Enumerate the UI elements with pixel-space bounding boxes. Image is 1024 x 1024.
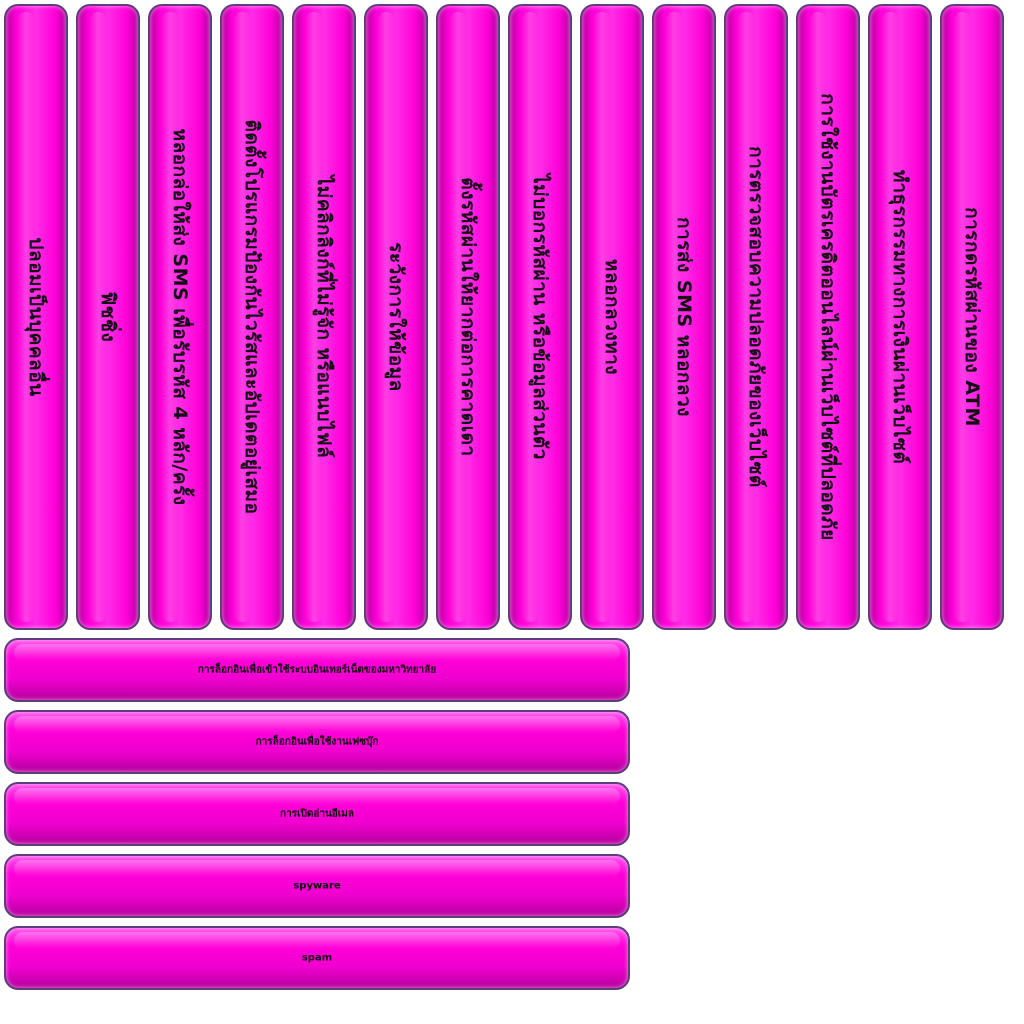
option-label: การเปิดอ่านอีเมล [280,808,354,820]
option-tile-university-login[interactable]: การล็อกอินเพื่อเข้าใช้ระบบอินเทอร์เน็ตขอ… [4,638,630,702]
option-label: spyware [293,880,341,892]
option-tile-5[interactable]: ไม่คลิกลิงก์ที่ไม่รู้จัก หรือแนบไฟล์ [292,4,356,630]
option-tile-3[interactable]: หลอกล่อให้ส่ง SMS เพื่อรับรหัส 4 หลัก/คร… [148,4,212,630]
option-label: การกดรหัสผ่านของ ATM [961,207,983,427]
option-label: การล็อกอินเพื่อใช้งานเฟซบุ๊ก [255,736,379,748]
option-label: หลอกล่อให้ส่ง SMS เพื่อรับรหัส 4 หลัก/คร… [169,128,191,506]
option-label: ไม่บอกรหัสผ่าน หรือข้อมูลส่วนตัว [529,174,551,460]
option-label: ติดตั้งโปรแกรมป้องกันไวรัสและอัปเดตอยู่เ… [241,119,263,515]
option-label: การล็อกอินเพื่อเข้าใช้ระบบอินเทอร์เน็ตขอ… [197,664,437,676]
option-label: ระวังการให้ข้อมูล [385,242,407,392]
option-label: ฟิชชิ่ง [97,291,119,343]
option-tile-11[interactable]: การตรวจสอบความปลอดภัยของเว็บไซต์ [724,4,788,630]
option-tile-2[interactable]: ฟิชชิ่ง [76,4,140,630]
option-label: ทำธุรกรรมทางการเงินผ่านเว็บไซต์ [889,169,911,465]
option-tile-1[interactable]: ปลอมเป็นบุคคลอื่น [4,4,68,630]
option-tile-spam[interactable]: spam [4,926,630,990]
option-tile-14[interactable]: การกดรหัสผ่านของ ATM [940,4,1004,630]
option-tile-spyware[interactable]: spyware [4,854,630,918]
option-label: ไม่คลิกลิงก์ที่ไม่รู้จัก หรือแนบไฟล์ [313,175,335,459]
option-tile-8[interactable]: ไม่บอกรหัสผ่าน หรือข้อมูลส่วนตัว [508,4,572,630]
option-tile-open-email[interactable]: การเปิดอ่านอีเมล [4,782,630,846]
option-tile-10[interactable]: การส่ง SMS หลอกลวง [652,4,716,630]
option-tile-facebook-login[interactable]: การล็อกอินเพื่อใช้งานเฟซบุ๊ก [4,710,630,774]
option-tile-13[interactable]: ทำธุรกรรมทางการเงินผ่านเว็บไซต์ [868,4,932,630]
option-tile-6[interactable]: ระวังการให้ข้อมูล [364,4,428,630]
option-tile-4[interactable]: ติดตั้งโปรแกรมป้องกันไวรัสและอัปเดตอยู่เ… [220,4,284,630]
option-label: ปลอมเป็นบุคคลอื่น [25,237,47,397]
option-label: การใช้งานบัตรเครดิตออนไลน์ผ่านเว็บไซต์ที… [817,93,839,541]
option-label: หลอกลวงทาง [601,258,623,376]
option-tile-12[interactable]: การใช้งานบัตรเครดิตออนไลน์ผ่านเว็บไซต์ที… [796,4,860,630]
option-label: การส่ง SMS หลอกลวง [673,217,695,417]
option-label: spam [301,952,333,964]
option-label: ตั้งรหัสผ่านให้ยากต่อการคาดเดา [457,177,479,457]
option-tile-7[interactable]: ตั้งรหัสผ่านให้ยากต่อการคาดเดา [436,4,500,630]
option-label: การตรวจสอบความปลอดภัยของเว็บไซต์ [745,146,767,488]
option-tile-9[interactable]: หลอกลวงทาง [580,4,644,630]
